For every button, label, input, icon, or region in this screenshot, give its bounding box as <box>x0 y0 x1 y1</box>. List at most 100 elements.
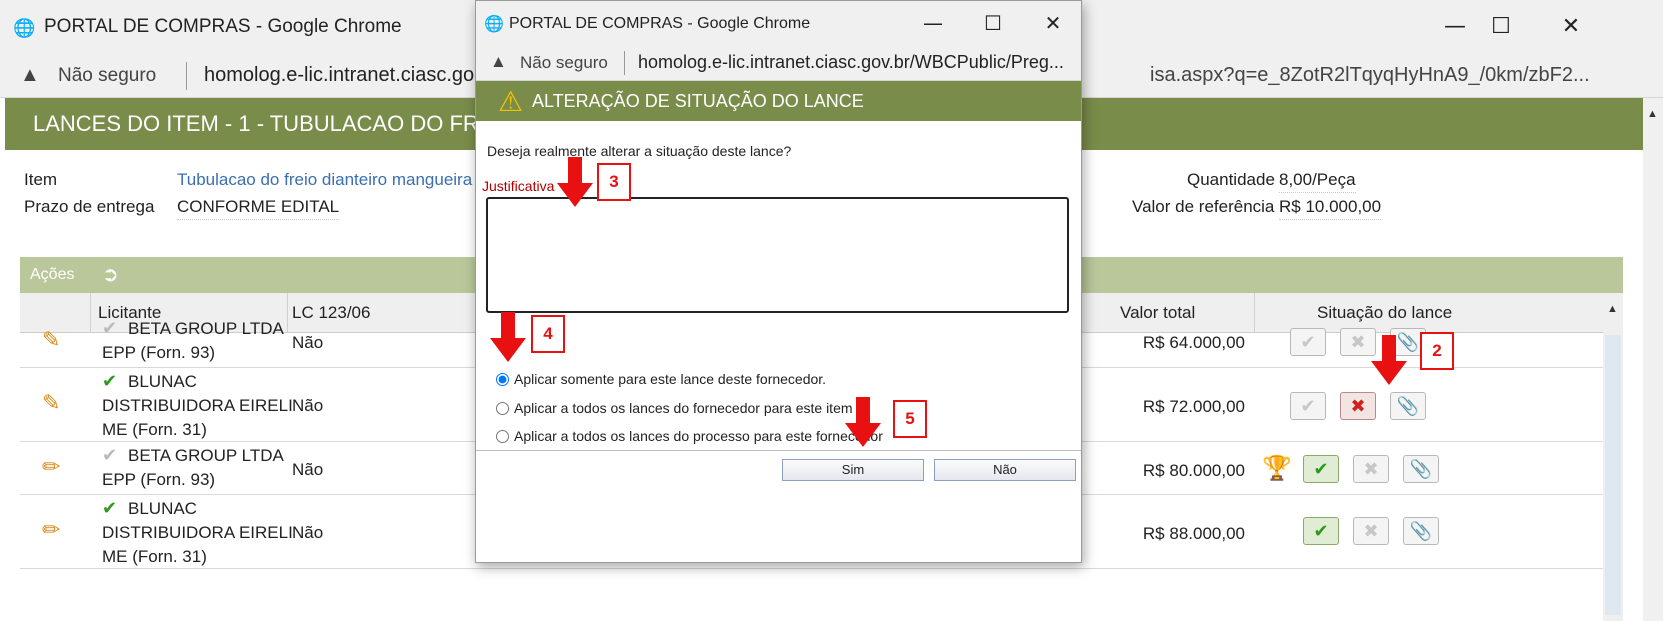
valor-total: R$ 80.000,00 <box>1142 461 1245 480</box>
annotation-arrow-icon <box>557 157 593 207</box>
annotation-arrow-icon <box>490 312 526 362</box>
scroll-up-icon[interactable]: ▲ <box>1607 303 1618 315</box>
valor-total: R$ 88.000,00 <box>1142 524 1245 543</box>
radio-option-this-bid[interactable]: Aplicar somente para este lance deste fo… <box>496 371 826 387</box>
quantidade-label: Quantidade <box>1187 170 1275 189</box>
radio-label: Aplicar a todos os lances do processo pa… <box>514 428 883 444</box>
main-window-title: PORTAL DE COMPRAS - Google Chrome <box>44 16 402 37</box>
popup-window: 🌐 PORTAL DE COMPRAS - Google Chrome — ☐ … <box>475 0 1082 563</box>
nao-button[interactable]: Não <box>934 459 1076 481</box>
licitante-line: ME (Forn. 31) <box>102 547 207 566</box>
reject-button[interactable]: ✖ <box>1353 455 1389 483</box>
radio-label: Aplicar a todos os lances do fornecedor … <box>514 400 853 416</box>
close-button[interactable]: ✕ <box>1036 9 1070 37</box>
annotation-badge: 4 <box>531 315 565 353</box>
licitante-line: BETA GROUP LTDA <box>128 319 284 338</box>
licitante-line: EPP (Forn. 93) <box>102 343 216 362</box>
acoes-label[interactable]: Ações <box>30 266 74 284</box>
prazo-value: CONFORME EDITAL <box>177 197 340 220</box>
licitante-line: BLUNAC <box>128 499 197 518</box>
radio-option-all-bids-item[interactable]: Aplicar a todos os lances do fornecedor … <box>496 400 853 416</box>
valor-total: R$ 64.000,00 <box>1142 333 1245 352</box>
minimize-button[interactable]: — <box>916 9 950 37</box>
security-label[interactable]: Não seguro <box>58 65 156 87</box>
security-label[interactable]: Não seguro <box>520 53 608 73</box>
licitante-line: DISTRIBUIDORA EIRELI <box>102 396 293 415</box>
warning-icon: ▲ <box>490 52 507 71</box>
gavel-icon[interactable]: ✎ <box>42 327 68 353</box>
maximize-button[interactable]: ☐ <box>1481 12 1521 44</box>
approve-button[interactable]: ✔ <box>1290 328 1326 356</box>
popup-titlebar: 🌐 PORTAL DE COMPRAS - Google Chrome — ☐ … <box>476 1 1081 45</box>
popup-address-bar[interactable]: ▲ Não seguro homolog.e-lic.intranet.cias… <box>476 45 1081 81</box>
licitante-name: BLUNAC DISTRIBUIDORA EIRELI ME (Forn. 31… <box>102 370 302 442</box>
licitante-line: BLUNAC <box>128 372 197 391</box>
divider <box>624 51 625 75</box>
radio-option-all-bids-process[interactable]: Aplicar a todos os lances do processo pa… <box>496 428 883 444</box>
licitante-line: EPP (Forn. 93) <box>102 470 216 489</box>
attachment-button[interactable]: 📎 <box>1403 455 1439 483</box>
radio-button[interactable] <box>496 402 509 415</box>
edit-icon[interactable]: ✏ <box>42 454 68 480</box>
reject-button[interactable]: ✖ <box>1340 392 1376 420</box>
url-text-tail[interactable]: isa.aspx?q=e_8ZotR2lTqyqHyHnA9_/0km/zbF2… <box>1150 64 1590 87</box>
trophy-icon: 🏆 <box>1262 455 1292 482</box>
maximize-button[interactable]: ☐ <box>976 9 1010 37</box>
annotation-arrow-icon <box>845 397 881 447</box>
table-scrollbar-thumb[interactable] <box>1605 335 1621 615</box>
valor-referencia-value: R$ 10.000,00 <box>1279 197 1382 220</box>
licitante-name: BETA GROUP LTDA EPP (Forn. 93) <box>102 317 302 365</box>
approve-button[interactable]: ✔ <box>1290 392 1326 420</box>
reject-button[interactable]: ✖ <box>1353 517 1389 545</box>
url-text[interactable]: homolog.e-lic.intranet.ciasc.gov.br/WBCP… <box>638 52 1064 73</box>
lc-value: Não <box>292 460 324 479</box>
licitante-line: ME (Forn. 31) <box>102 420 207 439</box>
sim-button[interactable]: Sim <box>782 459 924 481</box>
radio-button[interactable] <box>496 373 509 386</box>
globe-icon: 🌐 <box>13 18 36 38</box>
confirmation-question: Deseja realmente alterar a situação dest… <box>487 143 792 159</box>
warning-icon: ▲ <box>20 64 40 86</box>
justificativa-label: Justificativa <box>482 178 555 194</box>
gavel-icon[interactable]: ✎ <box>42 390 68 416</box>
licitante-name: BLUNAC DISTRIBUIDORA EIRELI ME (Forn. 31… <box>102 497 302 569</box>
attachment-button[interactable]: 📎 <box>1403 517 1439 545</box>
lc-value: Não <box>292 333 324 352</box>
licitante-name: BETA GROUP LTDA EPP (Forn. 93) <box>102 444 302 492</box>
arrow-right-icon[interactable]: ➲ <box>102 262 119 287</box>
justificativa-textarea[interactable] <box>486 197 1069 313</box>
prazo-label: Prazo de entrega <box>24 197 155 216</box>
approve-button[interactable]: ✔ <box>1303 455 1339 483</box>
divider <box>186 62 187 90</box>
scroll-up-icon[interactable]: ▲ <box>1647 108 1658 120</box>
licitante-line: DISTRIBUIDORA EIRELI <box>102 523 293 542</box>
edit-icon[interactable]: ✏ <box>42 517 68 543</box>
divider <box>476 450 1081 451</box>
annotation-badge: 2 <box>1420 332 1454 370</box>
radio-label: Aplicar somente para este lance deste fo… <box>514 371 827 387</box>
lc-value: Não <box>292 523 324 542</box>
minimize-button[interactable]: — <box>1435 12 1475 44</box>
annotation-badge: 5 <box>893 400 927 438</box>
page-scrollbar[interactable]: ▲ <box>1643 98 1663 621</box>
lc-value: Não <box>292 396 324 415</box>
attachment-button[interactable]: 📎 <box>1390 392 1426 420</box>
annotation-badge: 3 <box>597 163 631 201</box>
licitante-line: BETA GROUP LTDA <box>128 446 284 465</box>
popup-header-title: ALTERAÇÃO DE SITUAÇÃO DO LANCE <box>532 91 864 111</box>
item-value[interactable]: Tubulacao do freio dianteiro mangueira <box>177 170 472 190</box>
quantidade-value: 8,00/Peça <box>1279 170 1356 193</box>
warning-icon: ⚠ <box>498 86 524 117</box>
page-title: LANCES DO ITEM - 1 - TUBULACAO DO FREIO <box>33 111 517 136</box>
item-label: Item <box>24 170 58 189</box>
popup-title: PORTAL DE COMPRAS - Google Chrome <box>509 15 811 32</box>
url-text[interactable]: homolog.e-lic.intranet.ciasc.go <box>204 64 474 87</box>
annotation-arrow-icon <box>1371 335 1407 385</box>
globe-icon: 🌐 <box>484 16 504 33</box>
approve-button[interactable]: ✔ <box>1303 517 1339 545</box>
radio-button[interactable] <box>496 430 509 443</box>
valor-total: R$ 72.000,00 <box>1142 397 1245 416</box>
close-button[interactable]: ✕ <box>1551 12 1591 44</box>
popup-header: ⚠ ALTERAÇÃO DE SITUAÇÃO DO LANCE <box>476 81 1081 121</box>
valor-referencia-label: Valor de referência <box>1132 197 1275 216</box>
